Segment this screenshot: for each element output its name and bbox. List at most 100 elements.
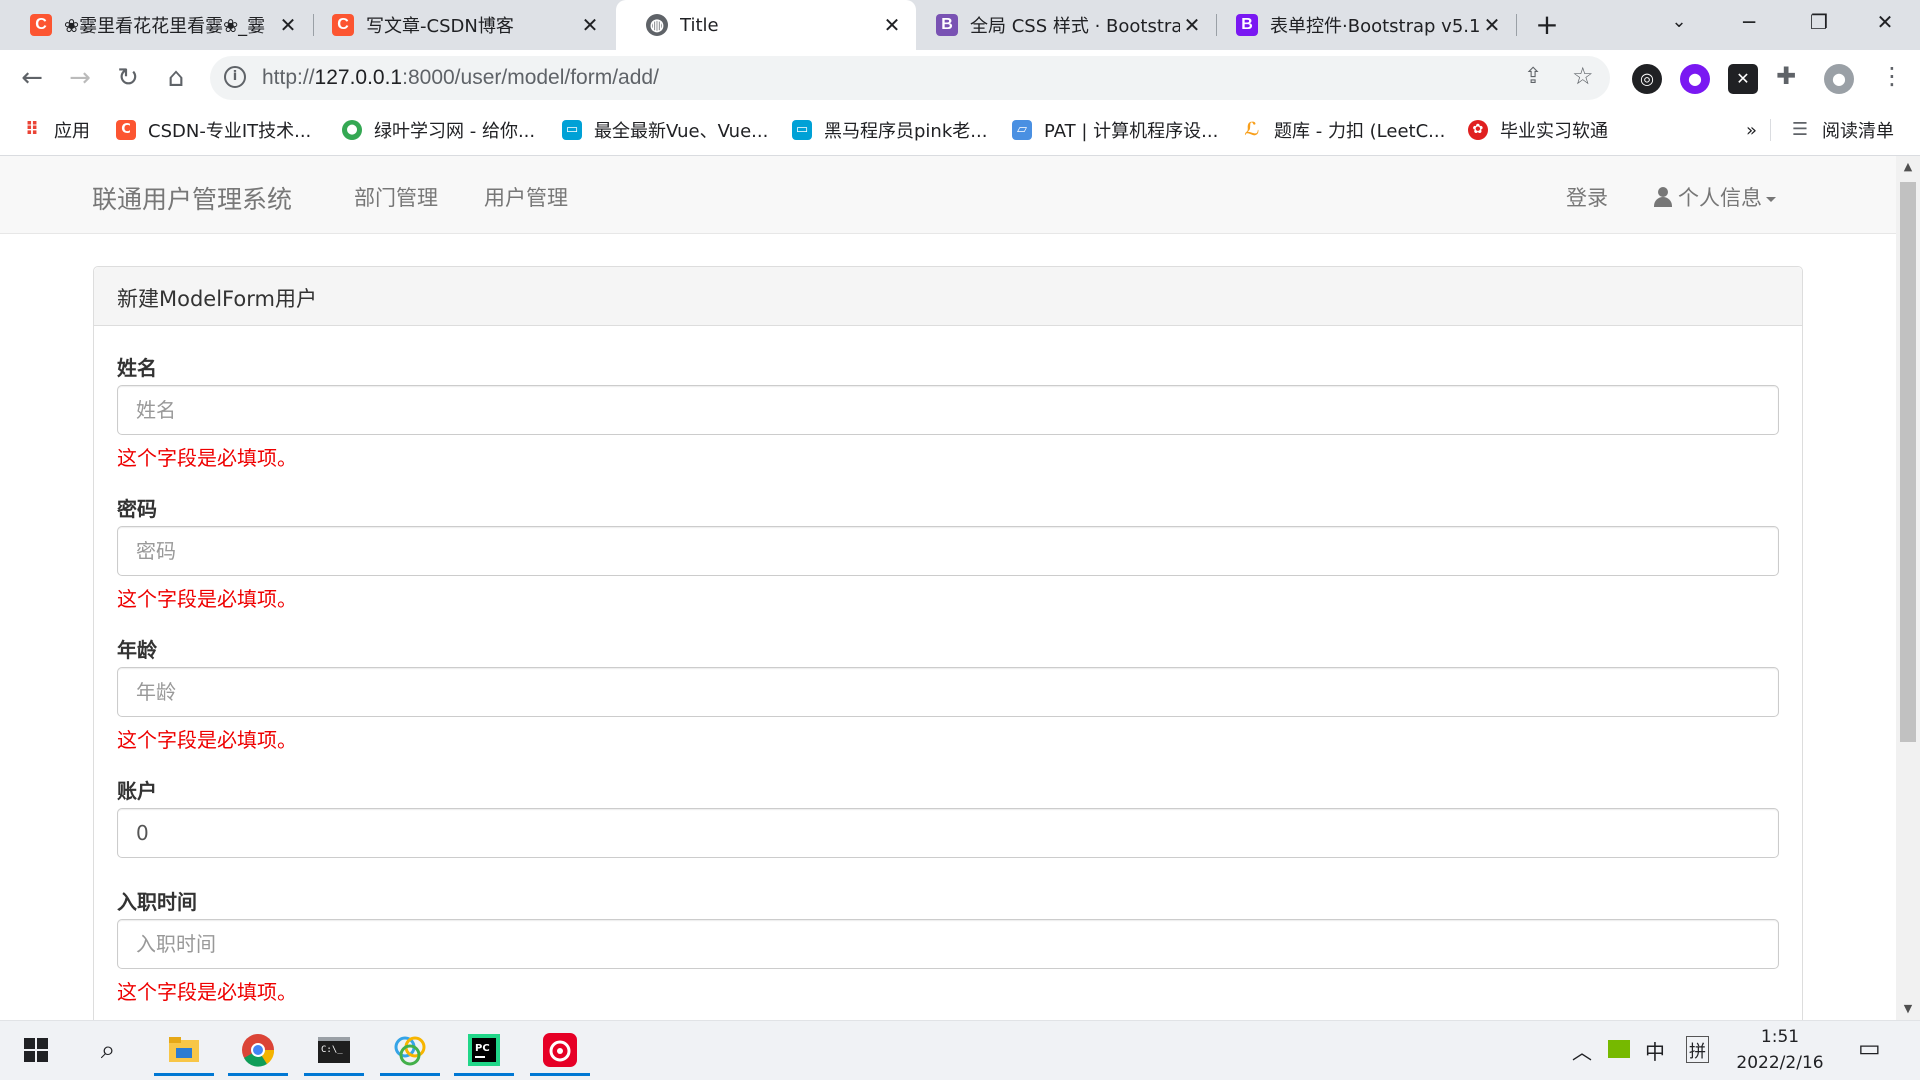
extension-icon[interactable]: ✕: [1728, 64, 1758, 94]
hire-date-input[interactable]: [117, 919, 1779, 969]
bootstrap-logo-icon: B: [936, 14, 958, 36]
bookmark-label: 黑马程序员pink老...: [824, 121, 988, 142]
user-menu-dropdown[interactable]: 个人信息: [1654, 182, 1776, 212]
active-app-indicator: [154, 1073, 214, 1076]
ime-language-indicator[interactable]: 中: [1645, 1036, 1665, 1065]
scrollbar-thumb[interactable]: [1900, 182, 1916, 742]
bookmark-item[interactable]: ● 绿叶学习网 - 给你...: [342, 112, 535, 148]
tab-title: Title: [680, 14, 719, 36]
panel-title: 新建ModelForm用户: [117, 287, 317, 311]
home-icon[interactable]: ⌂: [156, 58, 196, 98]
bookmark-label: 绿叶学习网 - 给你...: [374, 121, 536, 142]
apps-grid-icon: ⠿: [24, 119, 40, 140]
puzzle-icon[interactable]: ✚: [1776, 62, 1796, 90]
windows-start-icon[interactable]: [6, 1024, 66, 1076]
bookmark-item[interactable]: ▭ 黑马程序员pink老...: [792, 112, 987, 148]
age-input[interactable]: [117, 667, 1779, 717]
close-window-icon[interactable]: ✕: [1850, 0, 1920, 44]
pycharm-icon[interactable]: PC: [454, 1024, 514, 1076]
terminal-icon[interactable]: C:\_: [304, 1024, 364, 1076]
panel-heading: [94, 267, 1802, 326]
bookmark-label: 最全最新Vue、Vue...: [594, 121, 769, 142]
close-tab-icon[interactable]: ✕: [1180, 13, 1204, 37]
close-tab-icon[interactable]: ✕: [578, 13, 602, 37]
hire-date-error: 这个字段是必填项。: [117, 980, 297, 1004]
extension-icon[interactable]: ●: [1680, 64, 1710, 94]
age-error: 这个字段是必填项。: [117, 728, 297, 752]
user-icon: [1654, 187, 1672, 207]
bookmark-item[interactable]: ▭ 最全最新Vue、Vue...: [562, 112, 768, 148]
csdn-logo-icon: C: [332, 14, 354, 36]
bookmark-star-icon[interactable]: ☆: [1572, 62, 1594, 90]
user-menu-label: 个人信息: [1678, 186, 1762, 210]
file-explorer-icon[interactable]: [154, 1024, 214, 1076]
leaf-icon: ●: [342, 120, 362, 140]
active-app-indicator: [530, 1073, 590, 1076]
nav-link-departments[interactable]: 部门管理: [354, 182, 438, 212]
active-app-indicator: [454, 1073, 514, 1076]
minimize-icon[interactable]: ─: [1714, 0, 1784, 44]
close-tab-icon[interactable]: ✕: [1480, 13, 1504, 37]
netease-music-icon[interactable]: [530, 1024, 590, 1076]
browser-tab-active[interactable]: ◍ Title ✕: [616, 0, 916, 50]
login-link[interactable]: 登录: [1566, 182, 1608, 212]
close-tab-icon[interactable]: ✕: [276, 13, 300, 37]
form-panel: 新建ModelForm用户 姓名 这个字段是必填项。 密码 这个字段是必填项。 …: [93, 266, 1803, 1020]
bookmark-label: 应用: [54, 121, 90, 142]
csdn-logo-icon: C: [116, 120, 136, 140]
reading-list-label: 阅读清单: [1822, 121, 1894, 142]
chrome-icon[interactable]: [228, 1024, 288, 1076]
reading-list-icon: ☰: [1791, 119, 1809, 140]
share-icon[interactable]: ⇪: [1524, 64, 1542, 89]
profile-avatar-icon[interactable]: ●: [1824, 64, 1854, 94]
bookmark-item[interactable]: ℒ 题库 - 力扣 (LeetC...: [1242, 112, 1445, 148]
hire-date-label: 入职时间: [117, 890, 197, 914]
browser-tab[interactable]: C 写文章-CSDN博客 ✕: [302, 0, 614, 50]
notification-icon[interactable]: ▭: [1858, 1034, 1881, 1062]
leetcode-icon: ℒ: [1244, 119, 1260, 140]
back-arrow-icon[interactable]: ←: [12, 58, 52, 98]
bookmarks-overflow-button[interactable]: »: [1746, 112, 1757, 148]
navbar-brand[interactable]: 联通用户管理系统: [92, 180, 292, 216]
url-text[interactable]: http://127.0.0.1:8000/user/model/form/ad…: [262, 66, 659, 90]
tab-search-icon[interactable]: ⌄: [1644, 0, 1714, 44]
bookmark-item[interactable]: ⠿ 应用: [22, 112, 90, 148]
pat-icon: ▱: [1012, 120, 1032, 140]
password-input[interactable]: [117, 526, 1779, 576]
tab-title: ❀霎里看花花里看霎❀_霎: [64, 16, 266, 37]
vscode-like-app-icon[interactable]: [380, 1024, 440, 1076]
bookmark-item[interactable]: ▱ PAT | 计算机程序设...: [1012, 112, 1218, 148]
bookmark-label: CSDN-专业IT技术...: [148, 121, 312, 142]
more-menu-icon[interactable]: ⋮: [1880, 62, 1904, 90]
account-input[interactable]: [117, 808, 1779, 858]
huawei-icon: ✿: [1468, 120, 1488, 140]
scroll-up-icon[interactable]: ▲: [1896, 158, 1920, 176]
tray-chevron-up-icon[interactable]: ︿: [1572, 1036, 1592, 1065]
reload-icon[interactable]: ↻: [108, 58, 148, 98]
bilibili-icon: ▭: [562, 120, 582, 140]
clock-time: 1:51: [1760, 1027, 1800, 1047]
browser-tab[interactable]: B 全局 CSS 样式 · Bootstrap ✕: [906, 0, 1216, 50]
scroll-down-icon[interactable]: ▼: [1896, 1000, 1920, 1018]
bookmark-item[interactable]: C CSDN-专业IT技术...: [116, 112, 311, 148]
active-app-indicator: [304, 1073, 364, 1076]
name-input[interactable]: [117, 385, 1779, 435]
ime-mode-indicator[interactable]: 拼: [1686, 1036, 1709, 1063]
active-app-indicator: [380, 1073, 440, 1076]
csdn-logo-icon: C: [30, 14, 52, 36]
nvidia-tray-icon[interactable]: [1608, 1040, 1630, 1058]
name-label: 姓名: [117, 356, 157, 380]
search-icon[interactable]: ⌕: [78, 1024, 138, 1076]
site-info-icon[interactable]: i: [224, 66, 246, 88]
extension-icon[interactable]: ◎: [1632, 64, 1662, 94]
system-clock[interactable]: 1:51 2022/2/16: [1720, 1024, 1840, 1076]
forward-arrow-icon[interactable]: →: [60, 58, 100, 98]
new-tab-button[interactable]: +: [1530, 8, 1564, 42]
bookmark-item[interactable]: ✿ 毕业实习软通: [1468, 112, 1608, 148]
browser-tab[interactable]: B 表单控件·Bootstrap v5.1 ✕: [1206, 0, 1516, 50]
close-tab-icon[interactable]: ✕: [880, 13, 904, 37]
restore-icon[interactable]: ❐: [1784, 0, 1854, 44]
browser-tab[interactable]: C ❀霎里看花花里看霎❀_霎 ✕: [0, 0, 312, 50]
nav-link-users[interactable]: 用户管理: [484, 182, 568, 212]
reading-list-button[interactable]: ☰ 阅读清单: [1790, 112, 1894, 148]
